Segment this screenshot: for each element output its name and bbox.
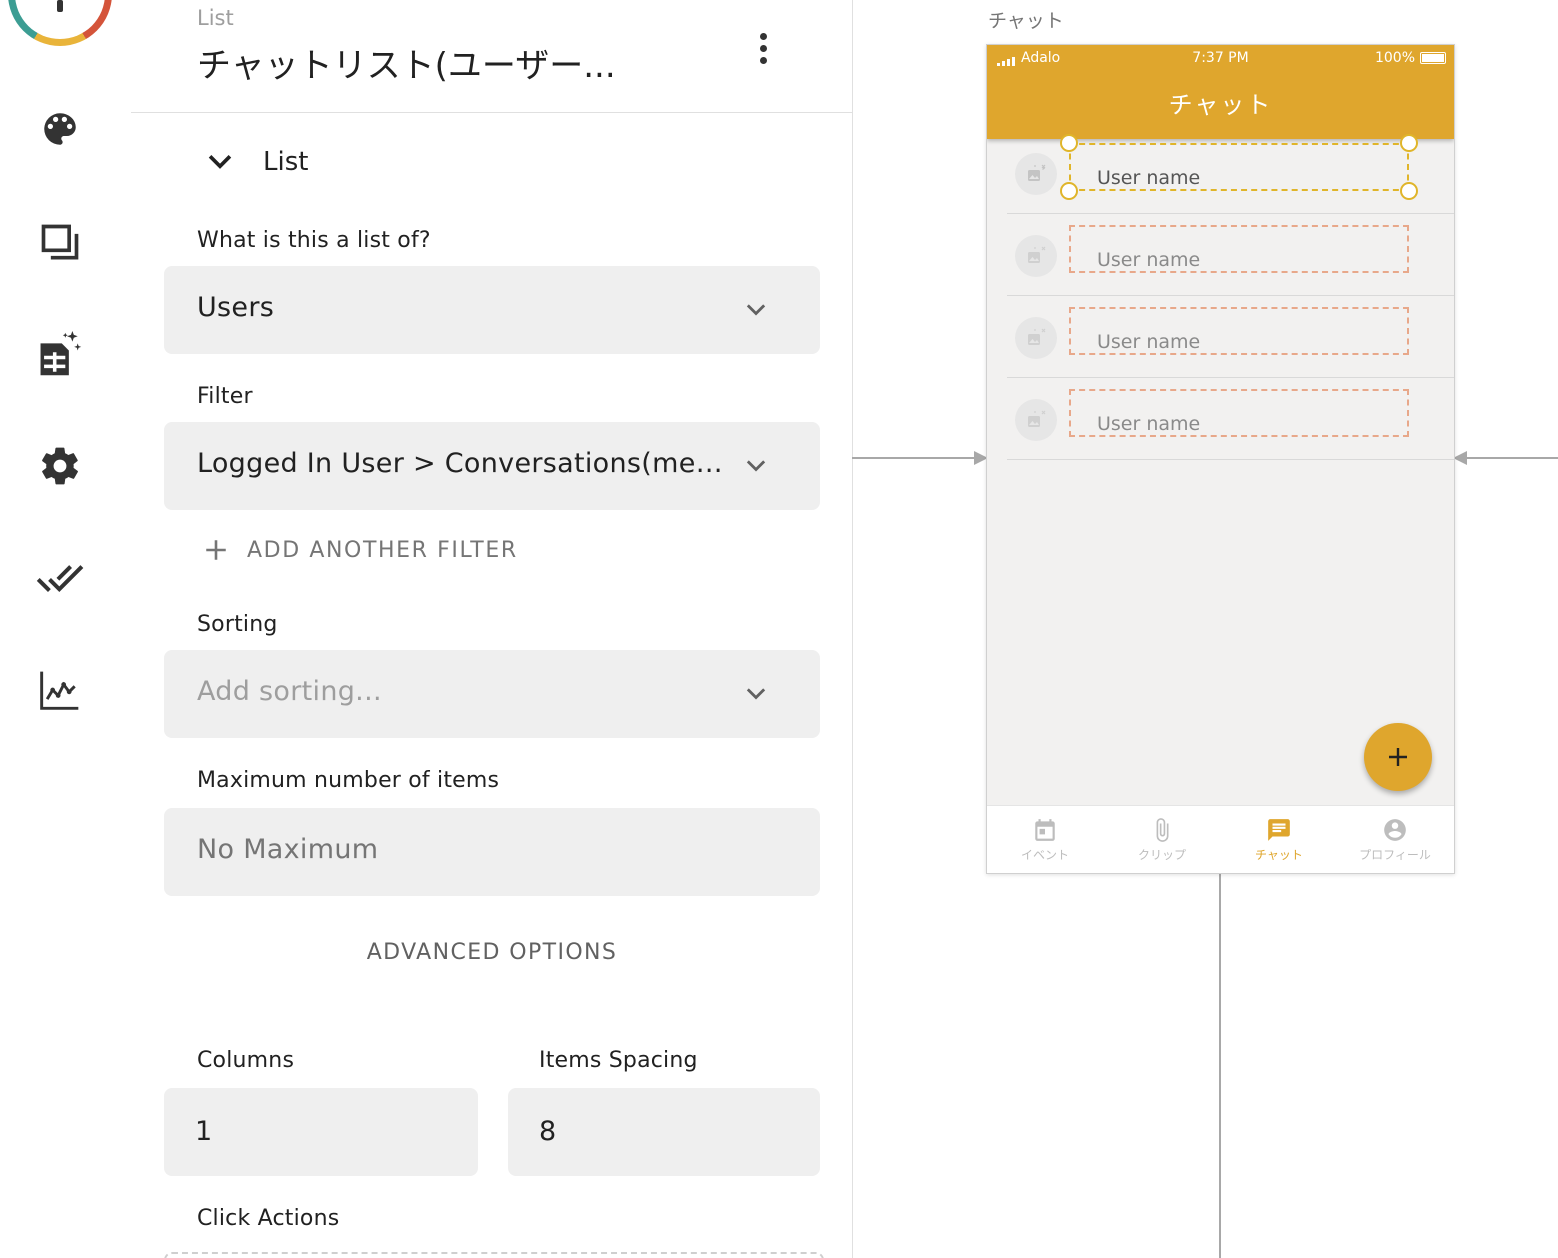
battery-icon <box>1420 52 1446 64</box>
link-line <box>852 457 978 459</box>
tab-clips[interactable]: クリップ <box>1104 816 1220 863</box>
items-spacing-label: Items Spacing <box>539 1048 698 1073</box>
sorting-label: Sorting <box>197 612 278 637</box>
sorting-placeholder: Add sorting... <box>197 676 382 707</box>
items-spacing-input[interactable]: 8 <box>508 1088 820 1176</box>
link-line <box>1219 873 1221 1258</box>
resize-handle[interactable] <box>1400 134 1418 152</box>
avatar <box>1015 317 1057 359</box>
avatar <box>1015 399 1057 441</box>
dot-icon <box>759 56 767 64</box>
app-logo-mark <box>57 0 63 12</box>
section-title: List <box>263 147 309 177</box>
screens-icon[interactable] <box>36 219 84 267</box>
tab-profile[interactable]: プロフィール <box>1337 816 1453 863</box>
add-action-dropzone[interactable] <box>164 1252 824 1258</box>
account-icon <box>1337 816 1453 844</box>
chevron-down-icon <box>746 460 766 472</box>
tab-label: プロフィール <box>1359 848 1431 862</box>
plus-icon <box>206 540 226 560</box>
list-item[interactable]: User name <box>1007 213 1454 296</box>
breadcrumb: List <box>197 6 234 30</box>
gear-icon[interactable] <box>36 442 84 490</box>
more-options-button[interactable] <box>743 28 783 68</box>
status-battery: 100% <box>1375 50 1446 66</box>
add-button[interactable] <box>1364 723 1432 791</box>
max-items-placeholder: No Maximum <box>197 834 379 865</box>
list-item[interactable]: User name <box>1007 131 1454 214</box>
list-section-toggle[interactable]: List <box>203 144 308 180</box>
analytics-icon[interactable] <box>36 666 84 714</box>
list-of-value: Users <box>197 292 275 323</box>
component-name[interactable]: チャットリスト(ユーザー... <box>197 38 657 87</box>
bottom-tab-bar: イベント クリップ チャット プロフィール <box>987 805 1454 873</box>
user-name-text[interactable]: User name <box>1097 167 1200 189</box>
sorting-select[interactable]: Add sorting... <box>164 650 820 738</box>
app-bar[interactable]: Adalo 7:37 PM 100% チャット <box>987 45 1454 139</box>
image-placeholder-icon <box>1028 164 1046 181</box>
database-icon[interactable] <box>36 330 84 378</box>
user-name-text[interactable]: User name <box>1097 249 1200 271</box>
tab-label: クリップ <box>1137 848 1186 862</box>
app-bar-title: チャット <box>1168 91 1273 119</box>
list-of-label: What is this a list of? <box>197 228 431 253</box>
chevron-down-icon <box>746 688 766 700</box>
dot-icon <box>759 44 767 52</box>
user-name-text[interactable]: User name <box>1097 413 1200 435</box>
arrow-left-icon <box>1453 451 1467 465</box>
paperclip-icon <box>1104 816 1220 844</box>
max-items-label: Maximum number of items <box>197 768 500 793</box>
filter-label: Filter <box>197 384 253 409</box>
tab-chat[interactable]: チャット <box>1221 816 1337 863</box>
tab-events[interactable]: イベント <box>987 816 1103 863</box>
left-toolbar <box>0 0 132 1258</box>
panel-header: List チャットリスト(ユーザー... <box>131 0 852 113</box>
dot-icon <box>759 32 767 40</box>
list-item[interactable]: User name <box>1007 377 1454 460</box>
tab-label: イベント <box>1020 848 1069 862</box>
user-name-text[interactable]: User name <box>1097 331 1200 353</box>
resize-handle[interactable] <box>1060 182 1078 200</box>
resize-handle[interactable] <box>1400 182 1418 200</box>
avatar <box>1015 235 1057 277</box>
add-filter-button[interactable]: ADD ANOTHER FILTER <box>203 534 518 566</box>
tab-label: チャット <box>1255 848 1303 862</box>
max-items-input[interactable]: No Maximum <box>164 808 820 896</box>
resize-handle[interactable] <box>1060 134 1078 152</box>
plus-icon <box>1389 748 1407 766</box>
screen-label[interactable]: チャット <box>988 6 1064 33</box>
list-item[interactable]: User name <box>1007 295 1454 378</box>
columns-label: Columns <box>197 1048 295 1073</box>
advanced-options-button[interactable]: ADVANCED OPTIONS <box>164 940 820 965</box>
image-placeholder-icon <box>1028 328 1046 345</box>
image-placeholder-icon <box>1028 246 1046 263</box>
filter-select[interactable]: Logged In User > Conversations(mem... <box>164 422 820 510</box>
component-properties-panel: List チャットリスト(ユーザー... List What is this a… <box>131 0 853 1258</box>
avatar <box>1015 153 1057 195</box>
columns-value: 1 <box>195 1116 213 1147</box>
add-filter-label: ADD ANOTHER FILTER <box>247 537 518 563</box>
chat-icon <box>1221 816 1337 844</box>
palette-icon[interactable] <box>36 105 84 153</box>
items-spacing-value: 8 <box>539 1116 557 1147</box>
filter-value: Logged In User > Conversations(mem... <box>197 448 737 479</box>
list-of-select[interactable]: Users <box>164 266 820 354</box>
chevron-down-icon <box>208 155 232 169</box>
columns-input[interactable]: 1 <box>164 1088 478 1176</box>
publish-check-icon[interactable] <box>36 554 84 602</box>
battery-percent: 100% <box>1374 50 1415 66</box>
click-actions-label: Click Actions <box>197 1206 340 1231</box>
image-placeholder-icon <box>1028 410 1046 427</box>
phone-screen[interactable]: Adalo 7:37 PM 100% チャット User name User n… <box>986 44 1455 874</box>
calendar-icon <box>987 816 1103 844</box>
chevron-down-icon <box>746 304 766 316</box>
link-line <box>1466 457 1558 459</box>
